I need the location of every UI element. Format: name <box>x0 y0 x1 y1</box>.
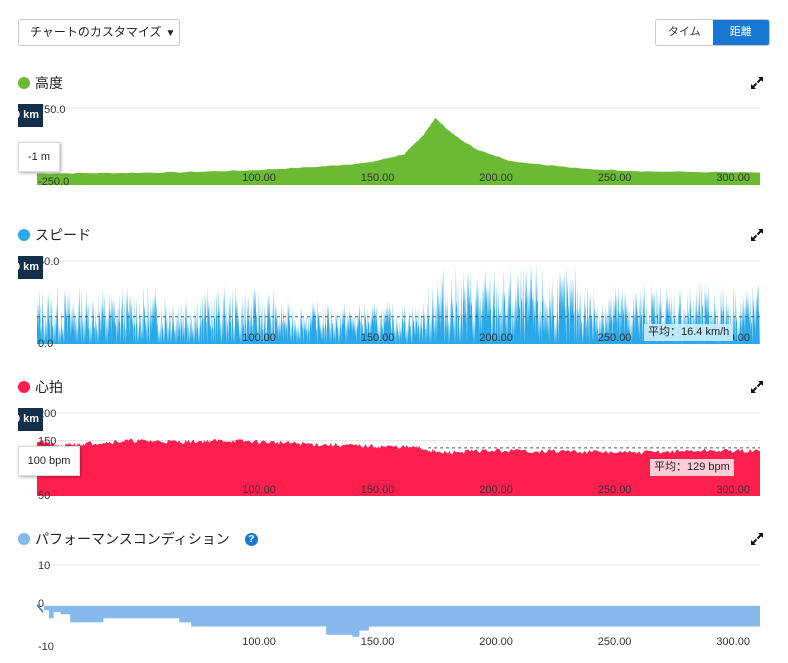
expand-icon[interactable] <box>749 227 765 243</box>
y-min-label: -250.0 <box>38 176 69 188</box>
x-tick-label: 100.00 <box>242 332 276 344</box>
altitude-side-tag: 0 km <box>18 104 44 127</box>
caret-down-icon: ▼ <box>165 28 176 39</box>
x-tick-label: 150.00 <box>361 332 395 344</box>
x-tick-label: 250.00 <box>598 332 632 344</box>
performance-panel: パフォーマンスコンディション ? 10 0 -10 100.00 150.00 200.0… <box>0 529 788 661</box>
customize-chart-button[interactable]: チャートのカスタマイズ ▼ <box>18 19 180 46</box>
altitude-legend-dot <box>18 77 30 89</box>
y-mid-label: 0 <box>38 598 44 610</box>
toggle-time-button[interactable]: タイム <box>656 20 713 45</box>
speed-legend-dot <box>18 229 30 241</box>
performance-title-text: パフォーマンスコンディション <box>35 531 230 547</box>
x-tick-label: 200.00 <box>479 332 513 344</box>
x-tick-label: 150.00 <box>361 172 395 184</box>
altitude-area <box>37 118 760 185</box>
x-tick-label: 200.00 <box>479 172 513 184</box>
x-tick-label: 100.00 <box>242 636 276 648</box>
performance-chart: 10 0 -10 100.00 150.00 200.00 250.00 300.00 <box>36 560 760 653</box>
expand-icon[interactable] <box>749 75 765 91</box>
x-tick-label: 150.00 <box>361 636 395 648</box>
altitude-title-text: 高度 <box>35 75 63 91</box>
x-tick-label: 200.00 <box>479 636 513 648</box>
heartrate-title-text: 心拍 <box>35 379 63 395</box>
x-tick-label: 300.00 <box>716 636 750 648</box>
x-tick-label: 300.00 <box>716 484 750 496</box>
heartrate-cursor-value: 100 bpm <box>18 446 80 476</box>
y-min-label: -10 <box>38 641 54 653</box>
altitude-cursor-value: -1 m <box>18 142 60 172</box>
expand-icon[interactable] <box>749 531 765 547</box>
altitude-title: 高度 <box>18 73 63 93</box>
y-min-label: 0.0 <box>38 338 53 348</box>
heartrate-average-label: 平均：129 bpm <box>650 459 734 476</box>
heartrate-side-tag: 0 km <box>18 408 44 431</box>
speed-average-label: 平均：16.4 km/h <box>644 324 734 341</box>
x-tick-label: 150.00 <box>361 484 395 496</box>
x-axis-toggle: タイム 距離 <box>655 19 770 46</box>
y-min-label: 50 <box>38 490 50 500</box>
altitude-chart: 750.0-250.0 100.00 150.00 200.00 250.00 300.0… <box>37 104 760 188</box>
x-tick-label: 100.00 <box>242 172 276 184</box>
heartrate-title: 心拍 <box>18 377 63 397</box>
speed-panel: スピード 50.00.0100.00150.00200.00250.00300.… <box>0 225 788 350</box>
altitude-panel: 高度 750.0 -250.0 100.00 150.00 200.00 250.00 30… <box>0 73 788 193</box>
x-tick-label: 250.00 <box>598 484 632 496</box>
x-tick-label: 250.00 <box>598 636 632 648</box>
performance-area <box>37 606 760 637</box>
x-tick-label: 100.00 <box>242 484 276 496</box>
y-max-label: 10 <box>38 560 50 572</box>
toggle-distance-button[interactable]: 距離 <box>712 20 769 45</box>
x-tick-label: 300.00 <box>716 172 750 184</box>
heartrate-chart: 20015050 100.00 150.00 200.00 250.00 300.00 <box>37 408 760 500</box>
speed-title: スピード <box>18 225 91 245</box>
x-tick-label: 200.00 <box>479 484 513 496</box>
x-tick-label: 250.00 <box>598 172 632 184</box>
heartrate-panel: 心拍 200 150 50 100.00 150.00 200.00 250.00 300.0… <box>0 377 788 502</box>
help-icon[interactable]: ? <box>244 532 258 546</box>
expand-icon[interactable] <box>749 379 765 395</box>
performance-legend-dot <box>18 533 30 545</box>
customize-chart-label: チャートのカスタマイズ <box>30 25 162 39</box>
speed-title-text: スピード <box>35 227 91 243</box>
performance-title: パフォーマンスコンディション ? <box>18 529 258 549</box>
heartrate-legend-dot <box>18 381 30 393</box>
speed-side-tag: 0 km <box>18 256 44 279</box>
